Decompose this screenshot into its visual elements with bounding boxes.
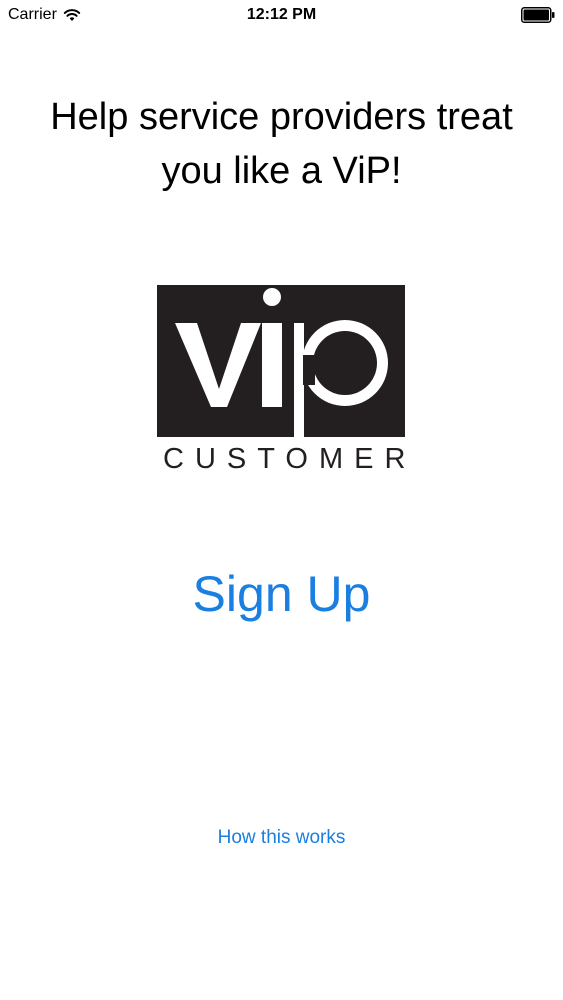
status-time: 12:12 PM: [246, 6, 317, 23]
sign-up-button[interactable]: Sign Up: [0, 563, 563, 625]
how-this-works-link[interactable]: How this works: [0, 826, 563, 850]
logo-box: [157, 285, 405, 437]
status-bar: Carrier 12:12 PM: [0, 0, 563, 30]
headline-line-2: you like a ViP!: [161, 150, 402, 192]
headline-line-1: Help service providers treat: [50, 96, 513, 138]
logo-subtitle: CUSTOMER: [163, 443, 417, 475]
headline: Help service providers treat you like a …: [0, 90, 563, 198]
battery-icon: [521, 7, 555, 23]
vip-logo-mark: [175, 288, 388, 437]
